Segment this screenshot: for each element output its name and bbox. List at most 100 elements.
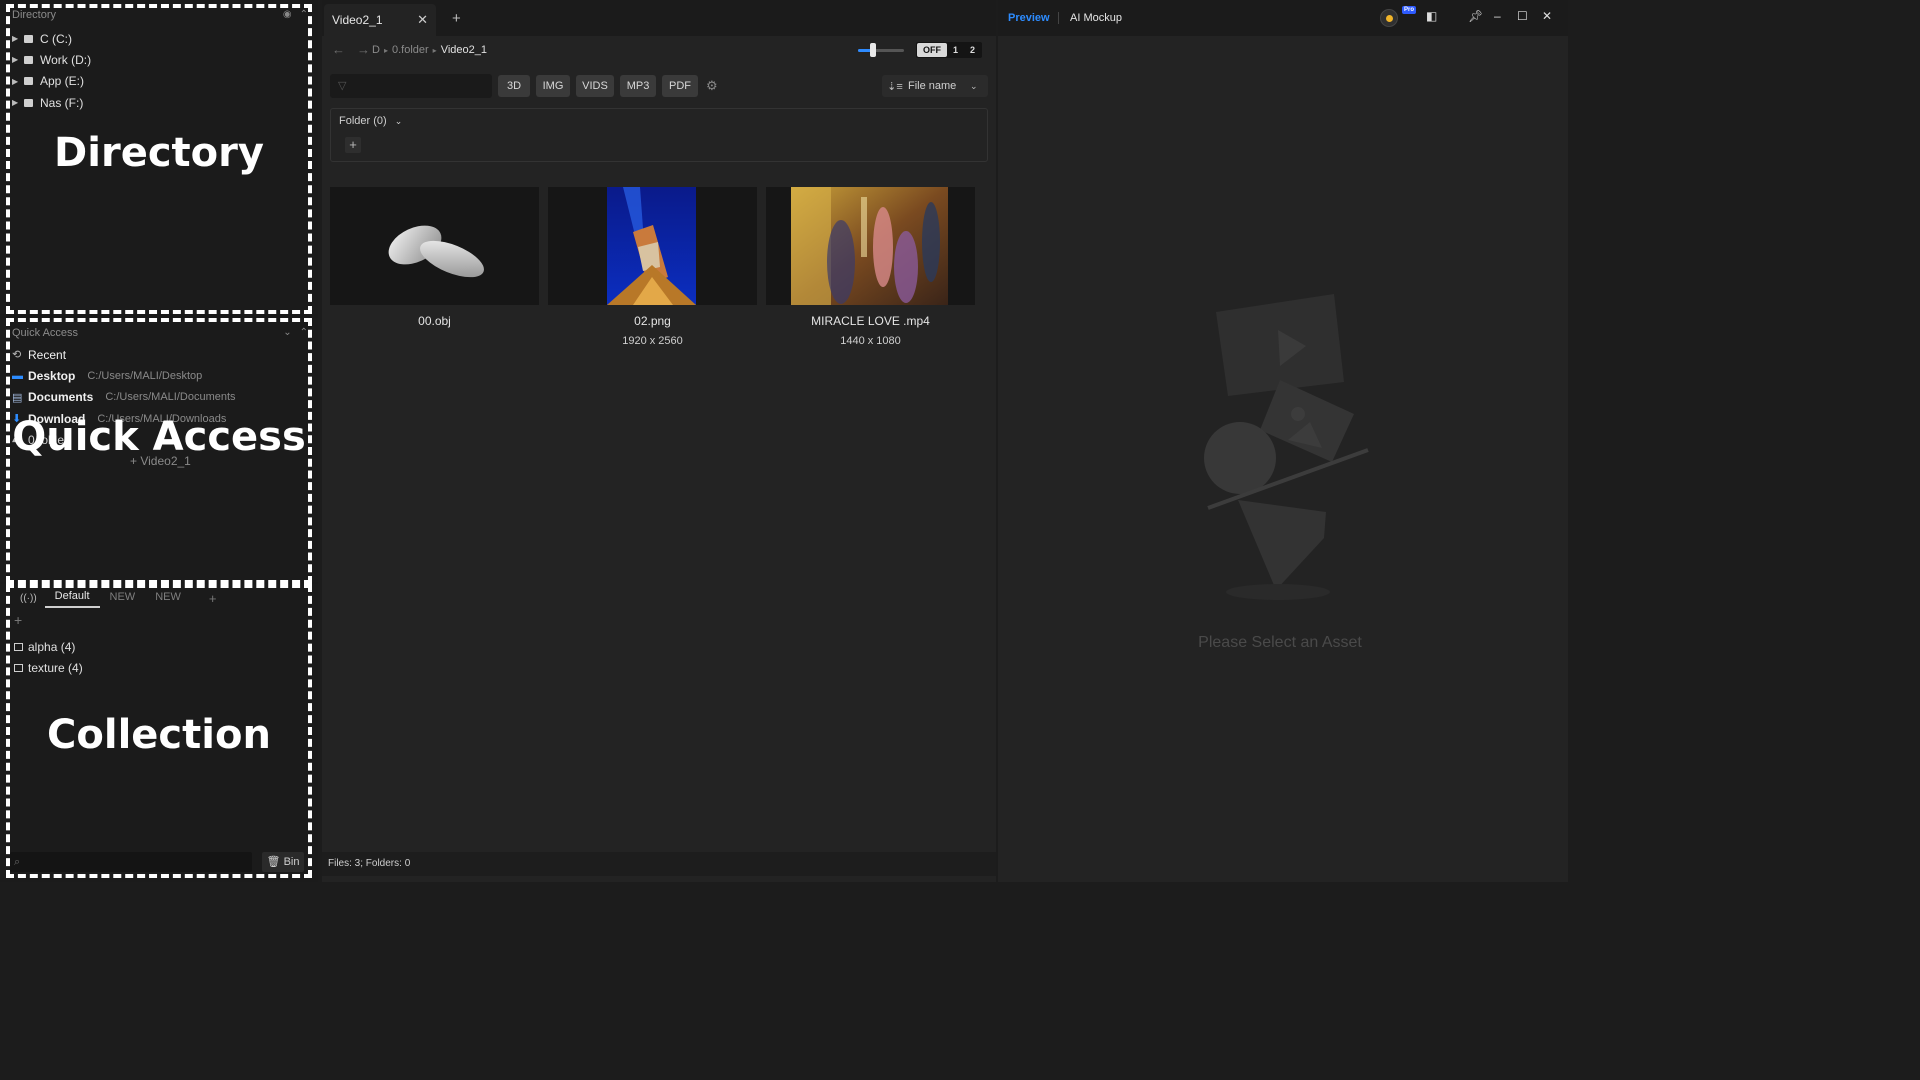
filter-mp3-button[interactable]: MP3	[620, 75, 656, 97]
sort-icon: ⇣≡	[887, 80, 903, 93]
drive-icon	[24, 34, 33, 43]
asset-dimensions: 1440 x 1080	[840, 335, 901, 347]
bin-button[interactable]: 🗑 Bin	[262, 852, 304, 872]
asset-name: 00.obj	[418, 314, 451, 328]
filter-icon: ▽	[338, 80, 347, 92]
tab-default[interactable]: Default	[44, 588, 100, 608]
collection-overlay-label: Collection	[47, 712, 271, 758]
filter-pdf-button[interactable]: PDF	[662, 75, 698, 97]
search-icon: ⌕	[14, 856, 21, 868]
asset-thumbnail	[330, 187, 539, 305]
view-2-option[interactable]: 2	[964, 43, 981, 57]
maximize-icon[interactable]: ☐	[1517, 9, 1528, 23]
collection-panel: ((·)) Default NEW NEW + + alpha (4) text…	[0, 584, 318, 882]
chevron-down-icon[interactable]: ⌄	[283, 327, 291, 338]
media-shapes-icon	[1204, 294, 1369, 600]
slider-handle[interactable]	[870, 43, 876, 57]
view-1-option[interactable]: 1	[947, 43, 964, 57]
filter-vids-button[interactable]: VIDS	[576, 75, 614, 97]
sort-dropdown[interactable]: ⇣≡ File name ⌄	[882, 75, 988, 97]
asset-card[interactable]: 02.png 1920 x 2560	[548, 187, 757, 347]
collection-tabs: ((·)) Default NEW NEW +	[20, 588, 216, 608]
collection-item[interactable]: alpha (4)	[14, 636, 83, 657]
asset-card[interactable]: 00.obj	[330, 187, 539, 347]
chevron-right-icon: ▸	[383, 45, 388, 55]
caret-right-icon[interactable]: ▶	[12, 77, 24, 86]
chevron-down-icon: ⌄	[394, 115, 403, 126]
forward-arrow-icon[interactable]: →	[357, 42, 370, 57]
desktop-icon: ▬	[12, 369, 23, 382]
minimize-icon[interactable]: –	[1494, 9, 1501, 23]
add-tab-icon[interactable]: +	[209, 591, 217, 606]
caret-right-icon[interactable]: ▶	[12, 98, 24, 107]
quick-access-item[interactable]: ▬ Desktop C:/Users/MALI/Desktop	[12, 365, 308, 386]
collection-item[interactable]: texture (4)	[14, 657, 83, 678]
breadcrumb: D ▸ 0.folder ▸ Video2_1	[372, 44, 487, 56]
left-sidebar: Directory ◉ ⌃ ▶ C (C:) ▶ Work (D:) ▶ App…	[0, 0, 318, 882]
trash-icon: 🗑	[266, 856, 281, 868]
coin-icon[interactable]	[1380, 9, 1398, 27]
3d-model-preview	[388, 225, 484, 278]
collection-list: alpha (4) texture (4)	[14, 636, 83, 679]
browser-panel: Video2_1 ✕ + ← → D ▸ 0.folder ▸ Video2_1…	[322, 0, 996, 882]
drive-item[interactable]: ▶ C (C:)	[12, 28, 91, 49]
gear-icon[interactable]: ⚙	[706, 78, 718, 94]
chevron-right-icon: ▸	[432, 45, 437, 55]
collapse-icon[interactable]: ⌃	[300, 9, 308, 20]
history-icon: ⟲	[12, 349, 22, 362]
thumbnail-size-slider[interactable]	[858, 43, 904, 57]
folder-section: Folder (0) ⌄ +	[330, 108, 988, 162]
drive-icon	[24, 55, 33, 64]
broadcast-icon[interactable]: ((·))	[20, 593, 37, 604]
tab-new[interactable]: NEW	[145, 589, 191, 607]
drive-item[interactable]: ▶ Work (D:)	[12, 49, 91, 70]
filter-input[interactable]: ▽	[330, 74, 492, 98]
drive-icon	[24, 98, 33, 107]
breadcrumb-item[interactable]: Video2_1	[441, 44, 487, 56]
drive-item[interactable]: ▶ App (E:)	[12, 71, 91, 92]
breadcrumb-item[interactable]: D	[372, 44, 380, 56]
asset-name: 02.png	[634, 314, 671, 328]
tab-bar: Video2_1 ✕ +	[322, 0, 996, 36]
add-tab-button[interactable]: +	[452, 10, 461, 27]
caret-right-icon[interactable]: ▶	[12, 34, 24, 43]
breadcrumb-item[interactable]: 0.folder	[392, 44, 429, 56]
image-icon	[14, 663, 23, 672]
view-mode-toggle: OFF 1 2	[916, 42, 983, 58]
collection-search-input[interactable]: ⌕	[10, 852, 252, 872]
collapse-icon[interactable]: ⌃	[300, 327, 308, 338]
back-arrow-icon[interactable]: ←	[332, 42, 345, 57]
directory-overlay-label: Directory	[54, 130, 264, 176]
quick-access-panel: Quick Access ⌄ ⌃ ⟲ Recent ▬ Desktop C:/U…	[0, 318, 318, 584]
tab-preview[interactable]: Preview	[1008, 12, 1050, 24]
status-bar: Files: 3; Folders: 0	[322, 852, 996, 876]
asset-dimensions: 1920 x 2560	[622, 335, 683, 347]
filter-3d-button[interactable]: 3D	[498, 75, 530, 97]
add-folder-button[interactable]: +	[345, 137, 361, 153]
asset-name: MIRACLE LOVE .mp4	[811, 314, 930, 328]
layout-toggle-icon[interactable]: ◧	[1426, 9, 1437, 23]
empty-state-message: Please Select an Asset	[1198, 634, 1362, 651]
image-icon	[14, 642, 23, 651]
tab-ai-mockup[interactable]: AI Mockup	[1070, 12, 1122, 24]
asset-card[interactable]: MIRACLE LOVE .mp4 1440 x 1080	[766, 187, 975, 347]
add-collection-button[interactable]: +	[14, 612, 22, 628]
drive-item[interactable]: ▶ Nas (F:)	[12, 92, 91, 113]
quick-access-item[interactable]: ▤ Documents C:/Users/MALI/Documents	[12, 387, 308, 408]
pro-badge: Pro	[1402, 6, 1417, 14]
eye-icon[interactable]: ◉	[283, 9, 292, 20]
folder-header[interactable]: Folder (0) ⌄	[339, 115, 402, 127]
drive-icon	[24, 77, 33, 86]
pin-icon[interactable]: 📌︎	[1468, 9, 1483, 23]
caret-right-icon[interactable]: ▶	[12, 55, 24, 64]
tab-new[interactable]: NEW	[100, 589, 146, 607]
quick-access-item[interactable]: ⟲ Recent	[12, 344, 308, 365]
close-icon[interactable]: ✕	[417, 12, 428, 28]
asset-thumbnail	[766, 187, 975, 305]
close-window-icon[interactable]: ✕	[1542, 9, 1552, 23]
empty-state-illustration	[1198, 290, 1378, 613]
view-off-option[interactable]: OFF	[917, 43, 947, 57]
tab-video2-1[interactable]: Video2_1 ✕	[324, 4, 436, 36]
preview-panel: Preview AI Mockup Pro ◧ 📌︎ – ☐ ✕ Please …	[998, 0, 1568, 882]
filter-img-button[interactable]: IMG	[536, 75, 570, 97]
